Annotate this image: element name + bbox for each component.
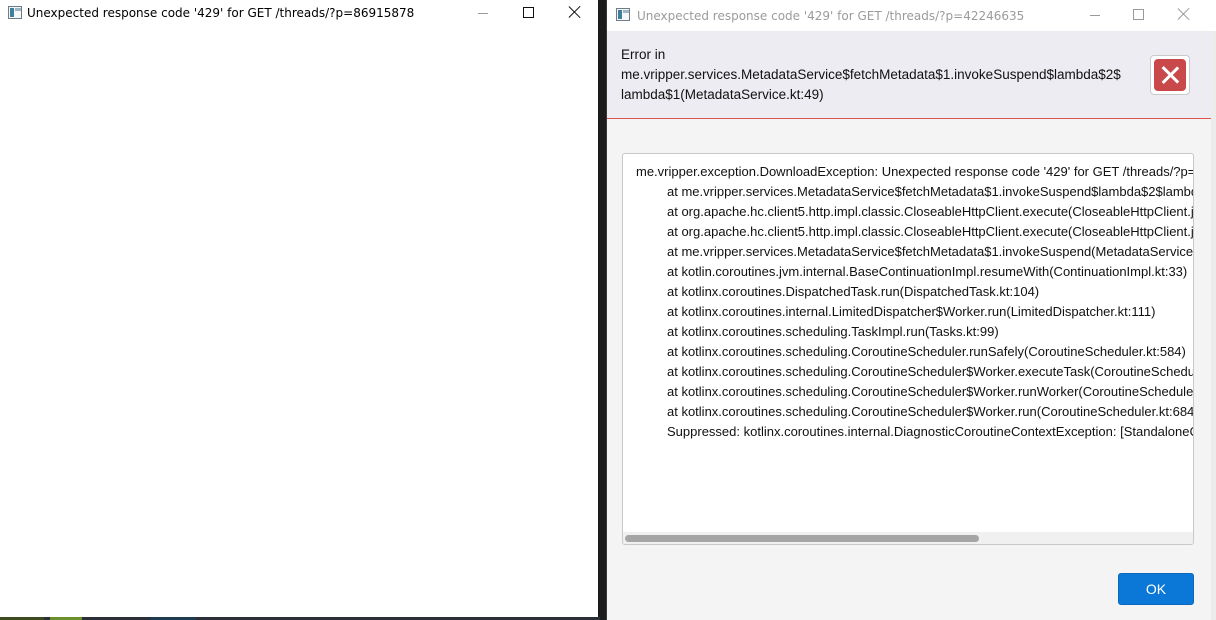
stack-trace-line: me.vripper.exception.DownloadException: … [636, 164, 1193, 179]
stack-trace-line: at org.apache.hc.client5.http.impl.class… [667, 204, 1193, 219]
minimize-icon [1090, 15, 1100, 16]
scrollbar-thumb[interactable] [625, 535, 979, 542]
ok-button[interactable]: OK [1118, 573, 1194, 605]
error-dialog: Unexpected response code '429' for GET /… [606, 0, 1216, 620]
stack-trace-line: at kotlinx.coroutines.scheduling.Corouti… [667, 384, 1193, 399]
stack-trace-line: at kotlinx.coroutines.scheduling.Corouti… [667, 344, 1186, 359]
dialog-right-edge [1211, 31, 1216, 620]
error-x-icon [1150, 55, 1190, 95]
left-window-titlebar[interactable]: Unexpected response code '429' for GET /… [0, 0, 598, 26]
error-header-text: Error in me.vripper.services.MetadataSer… [621, 45, 1141, 105]
dialog-titlebar[interactable]: Unexpected response code '429' for GET /… [607, 0, 1216, 31]
minimize-icon [478, 13, 488, 14]
maximize-icon [1133, 9, 1144, 20]
header-line: me.vripper.services.MetadataService$fetc… [621, 67, 1121, 82]
stack-trace-line: at kotlinx.coroutines.scheduling.Corouti… [667, 404, 1193, 419]
stack-trace-content: me.vripper.exception.DownloadException: … [636, 162, 1193, 442]
close-icon [1177, 7, 1191, 21]
stack-trace-line: at kotlinx.coroutines.internal.LimitedDi… [667, 304, 1156, 319]
header-line: Error in [621, 47, 666, 62]
stack-trace-line: at kotlinx.coroutines.DispatchedTask.run… [667, 284, 1040, 299]
minimize-button[interactable] [460, 0, 506, 26]
app-icon [8, 6, 22, 19]
left-window: Unexpected response code '429' for GET /… [0, 0, 598, 617]
horizontal-scrollbar[interactable] [623, 532, 1193, 544]
minimize-button[interactable] [1072, 2, 1118, 28]
stack-trace-line: at me.vripper.services.MetadataService$f… [667, 244, 1193, 259]
stack-trace-line: Suppressed: kotlinx.coroutines.internal.… [667, 424, 1193, 439]
close-icon [568, 5, 582, 19]
stack-trace-line: at org.apache.hc.client5.http.impl.class… [667, 224, 1193, 239]
stack-trace-line: at kotlinx.coroutines.scheduling.Corouti… [667, 364, 1193, 379]
close-button[interactable] [1161, 2, 1207, 28]
dialog-title: Unexpected response code '429' for GET /… [637, 9, 1025, 23]
stack-trace-textarea[interactable]: me.vripper.exception.DownloadException: … [622, 153, 1194, 545]
stack-trace-line: at kotlin.coroutines.jvm.internal.BaseCo… [667, 264, 1188, 279]
close-button[interactable] [552, 0, 598, 26]
left-window-title: Unexpected response code '429' for GET /… [27, 6, 415, 20]
header-line: lambda$1(MetadataService.kt:49) [621, 87, 824, 102]
stack-trace-line: at kotlinx.coroutines.scheduling.TaskImp… [667, 324, 999, 339]
maximize-icon [523, 7, 534, 18]
maximize-button[interactable] [506, 0, 552, 26]
maximize-button[interactable] [1116, 2, 1162, 28]
error-header: Error in me.vripper.services.MetadataSer… [607, 31, 1211, 119]
app-icon [616, 8, 630, 21]
error-x-icon-glyph [1154, 59, 1186, 91]
stack-trace-line: at me.vripper.services.MetadataService$f… [667, 184, 1193, 199]
